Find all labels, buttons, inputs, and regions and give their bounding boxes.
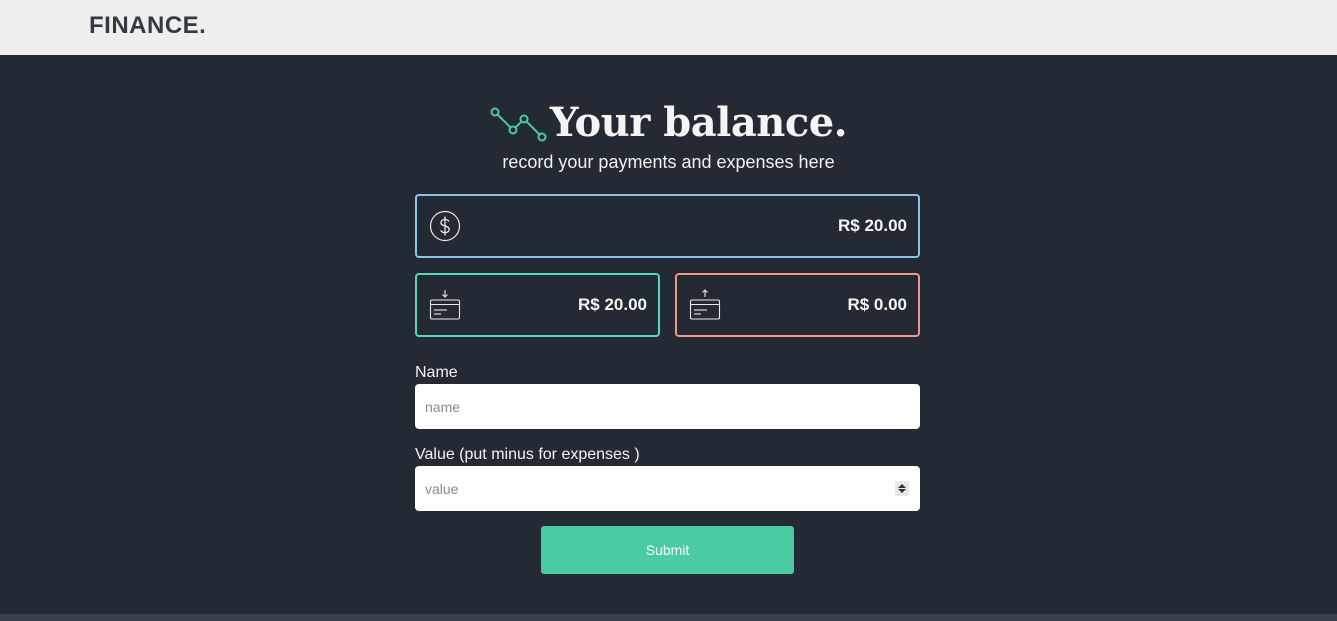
total-balance-card: R$ 20.00 <box>415 194 920 258</box>
hero: Your balance. record your payments and e… <box>0 98 1337 173</box>
income-card: R$ 20.00 <box>415 273 660 337</box>
value-stepper[interactable] <box>895 481 909 496</box>
top-bar: FINANCE. <box>0 0 1337 55</box>
page-subtitle: record your payments and expenses here <box>502 152 835 172</box>
name-label: Name <box>415 364 458 381</box>
page-title: Your balance. <box>549 99 848 146</box>
dollar-coin-icon <box>429 210 461 242</box>
card-upload-icon <box>689 289 721 320</box>
value-label: Value (put minus for expenses ) <box>415 446 640 463</box>
total-balance-amount: R$ 20.00 <box>838 216 907 235</box>
brand-logo[interactable]: FINANCE. <box>89 12 206 40</box>
expense-amount: R$ 0.00 <box>847 295 907 314</box>
submit-button[interactable]: Submit <box>541 526 794 574</box>
title-row: Your balance. <box>0 98 1337 148</box>
value-input[interactable] <box>415 466 920 511</box>
stepper-up-icon[interactable] <box>898 484 906 488</box>
stepper-down-icon[interactable] <box>898 489 906 493</box>
expense-card: R$ 0.00 <box>675 273 920 337</box>
card-download-icon <box>429 290 461 320</box>
name-input[interactable] <box>415 384 920 429</box>
income-amount: R$ 20.00 <box>578 295 647 314</box>
line-chart-icon <box>490 107 547 142</box>
footer-strip <box>0 614 1337 621</box>
